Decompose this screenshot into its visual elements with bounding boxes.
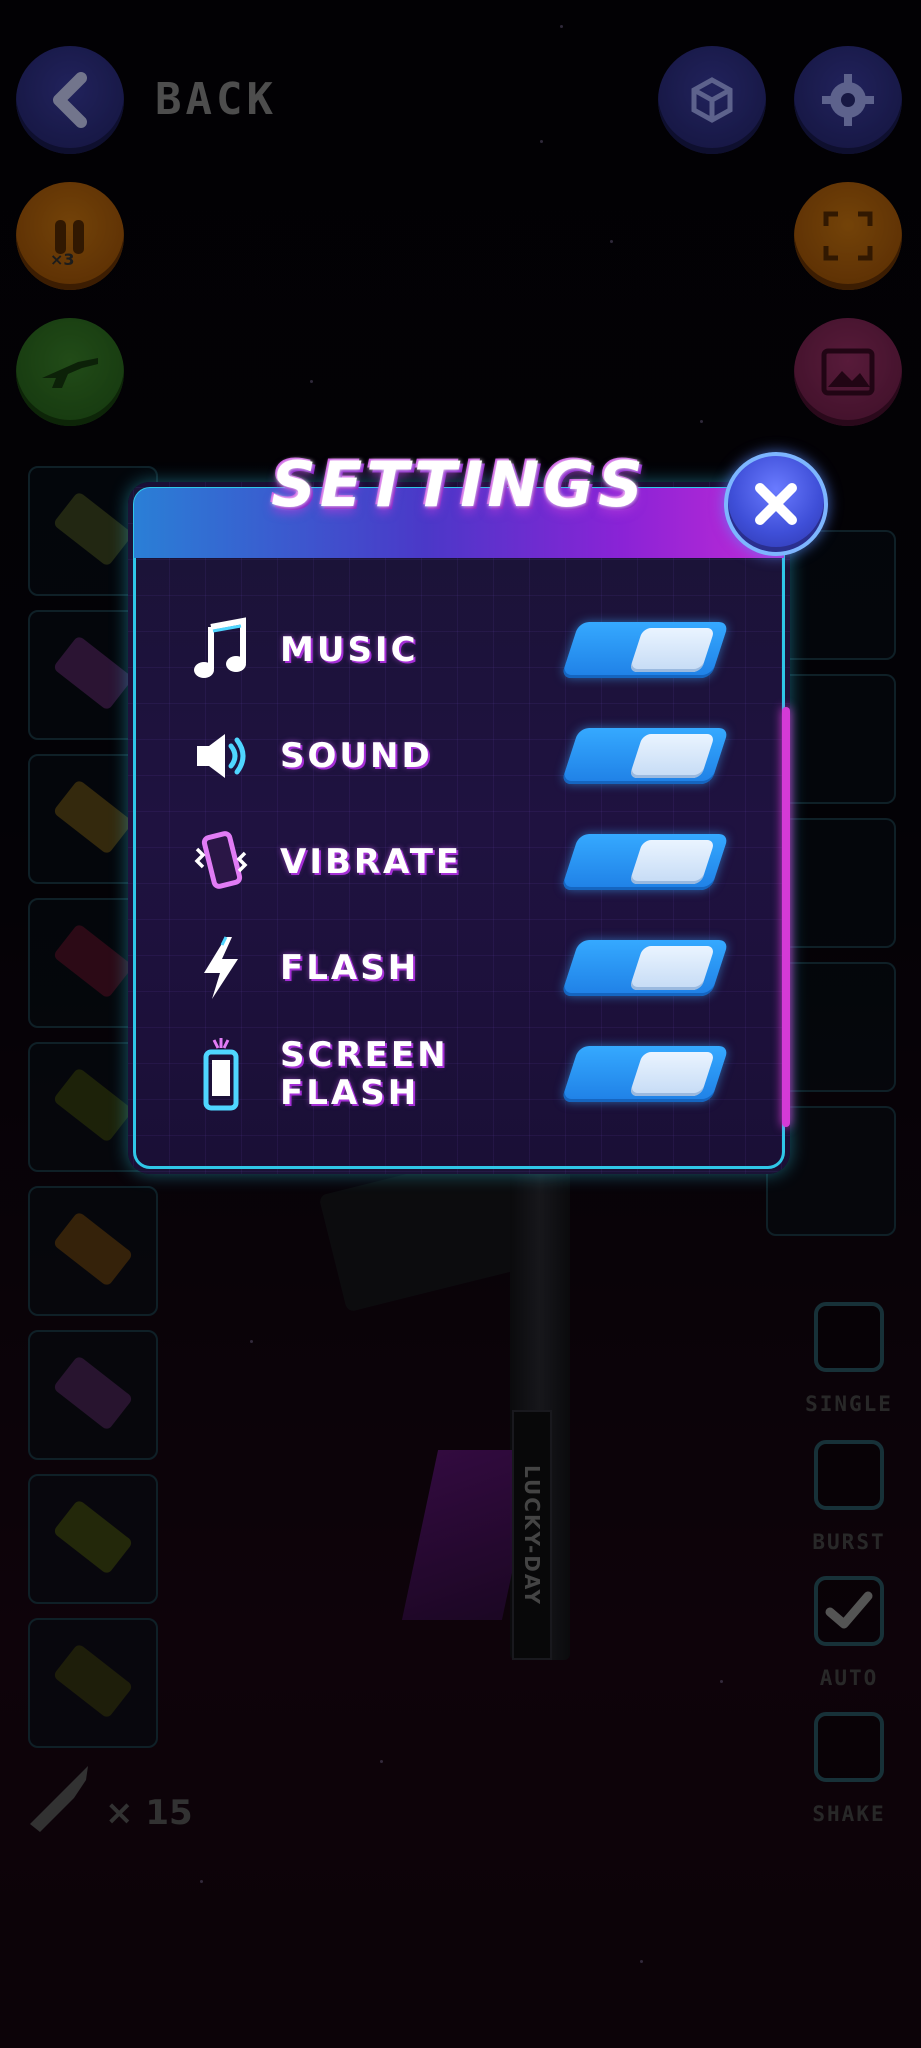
setting-row-screen-flash: SCREEN FLASH [190,1034,750,1114]
setting-row-music: MUSIC [190,610,750,690]
setting-label-vibrate: VIBRATE [280,842,463,882]
toggle-knob [628,1052,716,1096]
music-note-icon [190,614,252,686]
toggle-knob [628,840,716,884]
toggle-knob [628,628,716,672]
setting-label-music: MUSIC [280,630,419,670]
close-button[interactable] [724,452,828,556]
setting-label-flash: FLASH [280,948,420,988]
settings-dialog: SETTINGS MUSIC SOUND VIBRATE FLASH SCREE… [128,448,790,1174]
close-x-icon [755,483,797,525]
toggle-vibrate[interactable] [560,834,730,890]
setting-row-sound: SOUND [190,716,750,796]
setting-row-vibrate: VIBRATE [190,822,750,902]
toggle-knob [628,734,716,778]
lightning-icon [190,932,252,1004]
settings-title: SETTINGS [271,448,647,521]
setting-label-screen-flash: SCREEN FLASH [280,1035,449,1113]
toggle-sound[interactable] [560,728,730,784]
speaker-icon [190,720,252,792]
setting-row-flash: FLASH [190,928,750,1008]
toggle-knob [628,946,716,990]
setting-label-sound: SOUND [280,736,433,776]
screen-flash-phone-icon [190,1038,252,1111]
toggle-music[interactable] [560,622,730,678]
toggle-screen-flash[interactable] [560,1046,730,1102]
toggle-flash[interactable] [560,940,730,996]
vibrate-phone-icon [190,826,252,898]
